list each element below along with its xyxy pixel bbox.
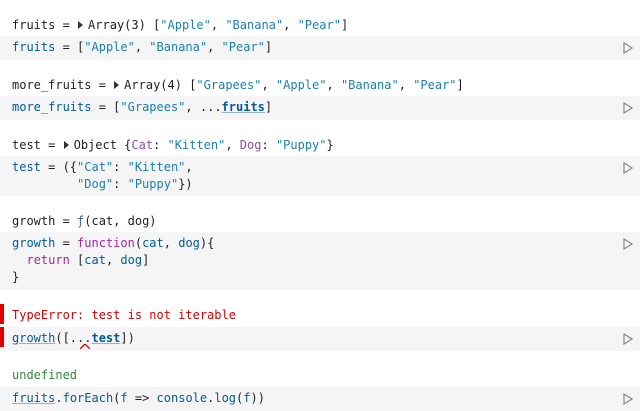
code-keyword: function (77, 236, 135, 250)
play-triangle-icon[interactable] (623, 238, 633, 250)
code-string: "Apple" (84, 40, 135, 54)
out-value: "Puppy" (275, 138, 327, 152)
code-op: ] (264, 100, 273, 114)
out-equals: = (91, 78, 114, 92)
play-triangle-icon[interactable] (623, 102, 633, 114)
code-editor[interactable]: fruits.forEach(f => console.log(f)) (12, 390, 265, 407)
out-brace: } (326, 138, 334, 152)
cell1-output: fruits = Array(3) ["Apple", "Banana", "P… (12, 18, 349, 32)
code-key: "Cat" (77, 160, 114, 174)
cell2-code[interactable]: more_fruits = ["Grapees", ...fruits] (0, 96, 640, 120)
out-value: "Banana" (340, 78, 399, 92)
out-var-name: fruits (12, 18, 56, 32)
disclosure-triangle-icon[interactable] (114, 81, 120, 89)
code-editor[interactable]: growth([...test]) (12, 330, 135, 347)
code-string: "Banana" (149, 40, 208, 54)
code-var: console (156, 391, 208, 405)
out-type: Array(4) (124, 78, 182, 92)
play-triangle-icon[interactable] (623, 42, 633, 54)
disclosure-triangle-icon[interactable] (78, 21, 84, 29)
code-var: fruits (12, 40, 56, 54)
code-spread: , ... (185, 100, 222, 114)
out-key: Dog (239, 138, 262, 152)
code-op: = ({ (40, 160, 78, 174)
code-op: = [ (91, 100, 121, 114)
out-var-name: test (12, 138, 41, 152)
play-triangle-icon[interactable] (623, 333, 633, 345)
cell2-output: more_fruits = Array(4) ["Grapees", "Appl… (12, 78, 464, 92)
out-brace: { (116, 138, 132, 152)
code-editor[interactable]: more_fruits = ["Grapees", ...fruits] (12, 99, 272, 116)
out-value: "Pear" (413, 78, 457, 92)
code-op: } (12, 270, 20, 284)
cell3-code[interactable]: test = ({"Cat": "Kitten", "Dog": "Puppy"… (0, 156, 640, 196)
code-reference-link[interactable]: test (91, 331, 120, 345)
code-op: = (55, 236, 78, 250)
cell5-code[interactable]: growth([...test]) (0, 327, 640, 351)
out-equals: = (55, 214, 78, 228)
code-op: = [ (55, 40, 85, 54)
out-value: "Grapees" (196, 78, 262, 92)
code-var: test (12, 160, 41, 174)
code-var: more_fruits (12, 100, 92, 114)
play-triangle-icon[interactable] (623, 393, 633, 405)
code-editor[interactable]: growth = function(cat, dog){ return [cat… (12, 235, 214, 286)
out-type: Array(3) (88, 18, 146, 32)
cell6-output: undefined (12, 368, 78, 382)
code-editor[interactable]: test = ({"Cat": "Kitten", "Dog": "Puppy"… (12, 159, 193, 193)
error-indicator-bar (0, 327, 4, 347)
code-param: f (120, 391, 128, 405)
out-value: "Pear" (297, 18, 341, 32)
code-string: "Kitten" (127, 160, 186, 174)
out-key: Cat (131, 138, 154, 152)
cell1-code[interactable]: fruits = ["Apple", "Banana", "Pear"] (0, 36, 640, 60)
out-value: "Banana" (225, 18, 284, 32)
out-signature: (cat, dog) (84, 214, 157, 228)
play-triangle-icon[interactable] (623, 162, 633, 174)
code-param: dog (178, 236, 200, 250)
cell3-output: test = Object {Cat: "Kitten", Dog: "Pupp… (12, 138, 334, 152)
code-editor[interactable]: fruits = ["Apple", "Banana", "Pear"] (12, 39, 272, 56)
code-method: forEach (62, 391, 114, 405)
cell4-output: growth = ƒ(cat, dog) (12, 212, 157, 230)
out-var-name: growth (12, 214, 56, 228)
code-reference-link[interactable]: growth (12, 331, 55, 345)
code-var: growth (12, 236, 56, 250)
cell5-error-output: TypeError: test is not iterable (12, 308, 236, 322)
code-param: dog (120, 253, 143, 267)
out-type: Object (73, 138, 117, 152)
code-op: }) (178, 177, 193, 191)
cell6-code[interactable]: fruits.forEach(f => console.log(f)) (0, 387, 640, 411)
error-indicator-bar (0, 304, 4, 324)
code-op: ([... (55, 331, 92, 345)
code-string: "Pear" (221, 40, 265, 54)
code-param: cat (142, 236, 164, 250)
code-key: "Dog" (77, 177, 114, 191)
code-string: "Puppy" (127, 177, 179, 191)
code-keyword: return (26, 253, 70, 267)
code-param: cat (84, 253, 106, 267)
code-method: log (214, 391, 237, 405)
out-var-name: more_fruits (12, 78, 92, 92)
out-value: "Apple" (160, 18, 211, 32)
out-value: "Apple" (275, 78, 327, 92)
error-squiggle-icon (80, 344, 90, 349)
code-param: f (243, 391, 251, 405)
out-equals: = (40, 138, 63, 152)
code-op: => (127, 391, 157, 405)
code-string: "Grapees" (120, 100, 186, 114)
out-value: "Kitten" (167, 138, 226, 152)
code-op: ]) (120, 331, 135, 345)
disclosure-triangle-icon[interactable] (63, 141, 69, 149)
code-reference-link[interactable]: fruits (12, 391, 55, 405)
code-reference-link[interactable]: fruits (222, 100, 265, 114)
out-equals: = (55, 18, 78, 32)
cell4-code[interactable]: growth = function(cat, dog){ return [cat… (0, 232, 640, 290)
